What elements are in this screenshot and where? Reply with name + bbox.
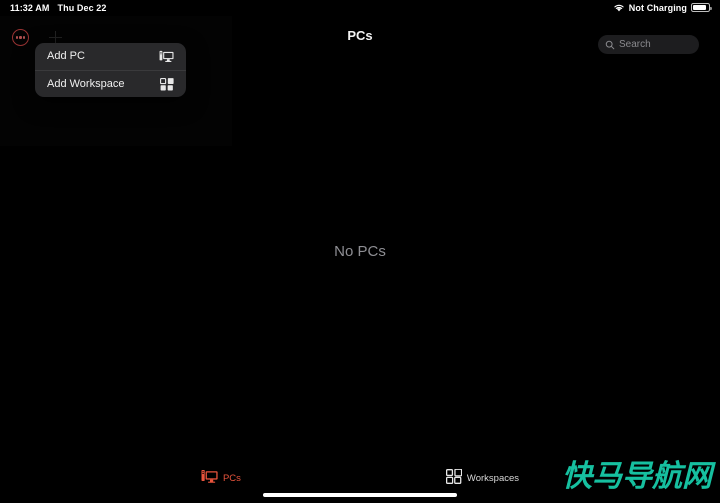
desktop-computer-icon: [201, 469, 218, 489]
tab-label: Workspaces: [466, 473, 520, 485]
search-icon: [605, 40, 615, 49]
status-bar-time: 11:32 AM: [10, 2, 50, 13]
status-bar-left: 11:32 AM Thu Dec 22: [10, 3, 107, 13]
status-bar-right: Not Charging: [613, 2, 712, 13]
battery-fill: [693, 5, 706, 10]
watermark: 快马导航网: [562, 459, 712, 494]
battery-status-label: Not Charging: [628, 2, 687, 13]
empty-state-label: No PCs: [334, 243, 386, 260]
grid-squares-icon: [160, 77, 174, 91]
desktop-computer-icon: [159, 50, 174, 63]
search-field[interactable]: Search: [598, 35, 699, 54]
tab-label: PCs: [222, 473, 241, 485]
menu-item-label: Add PC: [47, 50, 85, 62]
menu-item-add-workspace[interactable]: Add Workspace: [35, 70, 186, 97]
menu-item-add-pc[interactable]: Add PC: [35, 43, 186, 70]
status-bar: 11:32 AM Thu Dec 22 Not Charging: [0, 0, 720, 15]
menu-item-label: Add Workspace: [47, 77, 125, 90]
tab-workspaces[interactable]: Workspaces: [445, 463, 520, 489]
status-bar-date: Thu Dec 22: [57, 2, 107, 13]
tab-pcs[interactable]: PCs: [201, 463, 241, 489]
add-context-menu: Add PC Add Workspace: [35, 43, 186, 97]
search-input-placeholder[interactable]: Search: [619, 39, 651, 50]
wifi-icon: [614, 4, 624, 12]
app-screen: 11:32 AM Thu Dec 22 Not Charging PCs Sea…: [0, 0, 720, 503]
battery-icon: [691, 3, 712, 12]
home-indicator[interactable]: [263, 493, 457, 497]
grid-squares-icon: [445, 468, 463, 489]
